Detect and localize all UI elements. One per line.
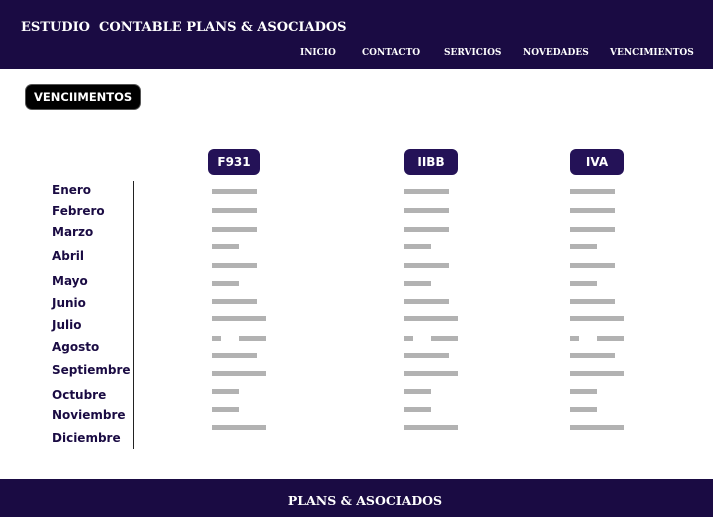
column-header-f931: F931 (208, 149, 260, 175)
placeholder-bar-iva (570, 336, 579, 341)
placeholder-bar-iibb (404, 189, 449, 194)
placeholder-bar-iva (570, 244, 597, 249)
month-noviembre: Noviembre (52, 408, 126, 422)
placeholder-bar-f931 (212, 227, 257, 232)
nav-inicio[interactable]: INICIO (300, 48, 336, 58)
placeholder-bar-iibb (404, 208, 449, 213)
placeholder-bar-iva (570, 425, 624, 430)
site-footer: PLANS & ASOCIADOS (0, 479, 713, 517)
month-septiembre: Septiembre (52, 363, 131, 377)
column-header-iva: IVA (570, 149, 624, 175)
month-divider-line (133, 181, 134, 449)
nav-novedades[interactable]: NOVEDADES (523, 48, 589, 58)
placeholder-bar-iibb (404, 281, 431, 286)
month-julio: Julio (52, 318, 82, 332)
month-diciembre: Diciembre (52, 431, 121, 445)
month-junio: Junio (52, 296, 86, 310)
placeholder-bar-iibb (404, 263, 449, 268)
placeholder-bar-iva (570, 263, 615, 268)
placeholder-bar-iibb (404, 425, 458, 430)
month-octubre: Octubre (52, 388, 107, 402)
nav-servicios[interactable]: SERVICIOS (444, 48, 501, 58)
placeholder-bar-f931 (212, 316, 266, 321)
month-febrero: Febrero (52, 204, 105, 218)
column-header-iibb: IIBB (404, 149, 458, 175)
main-nav: INICIO CONTACTO SERVICIOS NOVEDADES VENC… (0, 48, 713, 62)
placeholder-bar-iva (570, 407, 597, 412)
placeholder-bar-f931 (212, 389, 239, 394)
nav-contacto[interactable]: CONTACTO (362, 48, 420, 58)
placeholder-bar-iva (570, 299, 615, 304)
nav-vencimientos[interactable]: VENCIMIENTOS (610, 48, 694, 58)
placeholder-bar-iibb (404, 371, 458, 376)
month-abril: Abril (52, 249, 85, 263)
placeholder-bar-iibb (404, 299, 449, 304)
placeholder-bar-f931 (212, 281, 239, 286)
month-marzo: Marzo (52, 225, 94, 239)
placeholder-bar-f931 (212, 353, 257, 358)
placeholder-bar-iibb (404, 407, 431, 412)
footer-title: PLANS & ASOCIADOS (287, 493, 443, 508)
placeholder-bar-f931 (239, 336, 266, 341)
month-agosto: Agosto (52, 340, 100, 354)
placeholder-bar-iibb (404, 336, 413, 341)
placeholder-bar-iva (570, 389, 597, 394)
placeholder-bar-f931 (212, 336, 221, 341)
placeholder-bar-f931 (212, 244, 239, 249)
placeholder-bar-iibb (431, 336, 458, 341)
placeholder-bar-f931 (212, 425, 266, 430)
placeholder-bar-f931 (212, 371, 266, 376)
placeholder-bar-f931 (212, 189, 257, 194)
placeholder-bar-iibb (404, 227, 449, 232)
placeholder-bar-iva (570, 371, 624, 376)
month-enero: Enero (52, 183, 92, 197)
placeholder-bar-f931 (212, 208, 257, 213)
vencimientos-section-button[interactable]: VENCIIMENTOS (26, 85, 141, 109)
placeholder-bar-iva (597, 336, 624, 341)
placeholder-bar-iibb (404, 353, 449, 358)
placeholder-bar-iibb (404, 244, 431, 249)
placeholder-bar-iibb (404, 316, 458, 321)
site-header: ESTUDIO CONTABLE PLANS & ASOCIADOS INICI… (0, 0, 713, 69)
placeholder-bar-f931 (212, 263, 257, 268)
placeholder-bar-f931 (212, 407, 239, 412)
placeholder-bar-iva (570, 353, 615, 358)
placeholder-bar-f931 (212, 299, 257, 304)
placeholder-bar-iva (570, 316, 624, 321)
placeholder-bar-iva (570, 208, 615, 213)
placeholder-bar-iva (570, 189, 615, 194)
placeholder-bar-iibb (404, 389, 431, 394)
site-brand[interactable]: ESTUDIO CONTABLE PLANS & ASOCIADOS (21, 20, 347, 35)
placeholder-bar-iva (570, 281, 597, 286)
month-mayo: Mayo (52, 274, 88, 288)
placeholder-bar-iva (570, 227, 615, 232)
